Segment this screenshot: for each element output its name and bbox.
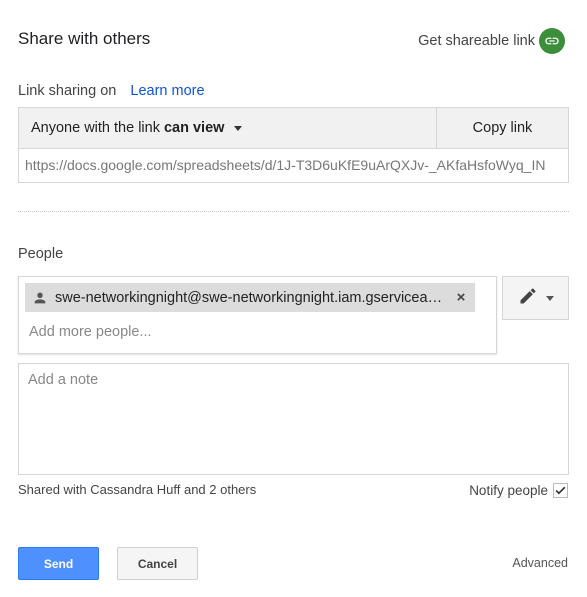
people-label: People xyxy=(18,246,64,262)
remove-person-icon[interactable]: × xyxy=(447,289,475,306)
people-input-box[interactable]: swe-networkingnight@swe-networkingnight.… xyxy=(18,276,497,354)
pencil-icon xyxy=(518,286,538,311)
share-url-field[interactable]: https://docs.google.com/spreadsheets/d/1… xyxy=(18,149,569,183)
link-sharing-row: Link sharing on Learn more xyxy=(18,83,205,99)
link-access-level: can view xyxy=(163,120,225,136)
link-sharing-status: Link sharing on xyxy=(18,83,117,99)
notify-people-toggle[interactable]: Notify people xyxy=(469,483,568,498)
section-divider xyxy=(18,211,569,212)
notify-checkbox[interactable] xyxy=(553,483,568,498)
caret-down-icon xyxy=(234,126,243,131)
person-chip-email: swe-networkingnight@swe-networkingnight.… xyxy=(55,289,447,306)
person-chip[interactable]: swe-networkingnight@swe-networkingnight.… xyxy=(25,283,475,312)
shared-with-text[interactable]: Shared with Cassandra Huff and 2 others xyxy=(18,482,256,497)
copy-link-button[interactable]: Copy link xyxy=(437,108,568,148)
learn-more-link[interactable]: Learn more xyxy=(130,83,204,99)
add-note-textarea[interactable]: Add a note xyxy=(18,363,569,475)
advanced-link[interactable]: Advanced xyxy=(512,556,568,570)
person-icon xyxy=(25,290,55,306)
add-more-people-input[interactable]: Add more people... xyxy=(29,324,152,340)
checkmark-icon xyxy=(555,486,566,495)
send-button[interactable]: Send xyxy=(18,547,99,580)
notify-people-label: Notify people xyxy=(469,483,548,498)
cancel-button[interactable]: Cancel xyxy=(117,547,198,580)
get-shareable-link-button[interactable]: Get shareable link xyxy=(418,28,565,54)
dialog-title: Share with others xyxy=(18,29,151,48)
get-shareable-link-label: Get shareable link xyxy=(418,33,535,49)
link-access-prefix: Anyone with the link xyxy=(31,120,160,136)
edit-permission-dropdown[interactable] xyxy=(502,276,569,320)
share-dialog: Share with others Get shareable link Lin… xyxy=(0,0,587,597)
link-access-dropdown[interactable]: Anyone with the link can view xyxy=(19,108,437,148)
link-icon[interactable] xyxy=(539,28,565,54)
caret-down-icon xyxy=(545,296,554,301)
link-access-bar: Anyone with the link can view Copy link xyxy=(18,107,569,149)
